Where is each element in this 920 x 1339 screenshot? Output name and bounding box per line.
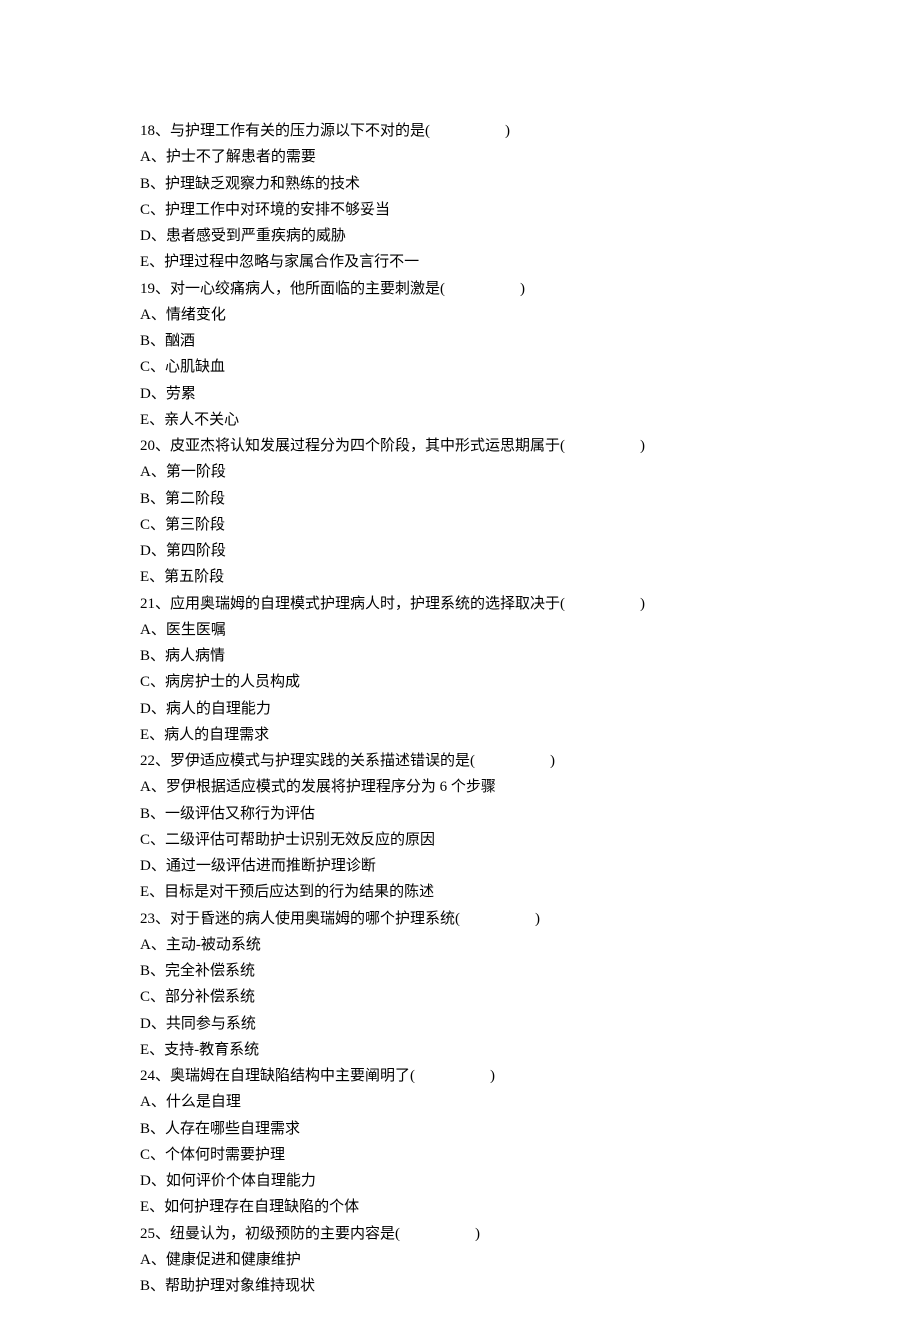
question-text: 、纽曼认为，初级预防的主要内容是( bbox=[155, 1226, 400, 1242]
option[interactable]: C、心肌缺血 bbox=[140, 354, 780, 380]
answer-blank[interactable] bbox=[430, 118, 505, 144]
question-number: 25 bbox=[140, 1226, 155, 1242]
question-22: 22、罗伊适应模式与护理实践的关系描述错误的是( )A、罗伊根据适应模式的发展将… bbox=[140, 748, 780, 906]
question-number: 22 bbox=[140, 753, 155, 769]
option[interactable]: E、支持-教育系统 bbox=[140, 1037, 780, 1063]
question-stem: 20、皮亚杰将认知发展过程分为四个阶段，其中形式运思期属于( ) bbox=[140, 433, 780, 459]
question-number: 24 bbox=[140, 1068, 155, 1084]
question-text: 、奥瑞姆在自理缺陷结构中主要阐明了( bbox=[155, 1068, 415, 1084]
question-stem: 19、对一心绞痛病人，他所面临的主要刺激是( ) bbox=[140, 276, 780, 302]
option[interactable]: A、情绪变化 bbox=[140, 302, 780, 328]
answer-blank[interactable] bbox=[445, 276, 520, 302]
option[interactable]: B、一级评估又称行为评估 bbox=[140, 801, 780, 827]
question-stem: 21、应用奥瑞姆的自理模式护理病人时，护理系统的选择取决于( ) bbox=[140, 591, 780, 617]
option[interactable]: D、患者感受到严重疾病的威胁 bbox=[140, 223, 780, 249]
question-text: 、罗伊适应模式与护理实践的关系描述错误的是( bbox=[155, 753, 475, 769]
option[interactable]: A、主动-被动系统 bbox=[140, 932, 780, 958]
option[interactable]: B、人存在哪些自理需求 bbox=[140, 1116, 780, 1142]
answer-blank[interactable] bbox=[415, 1063, 490, 1089]
option[interactable]: C、部分补偿系统 bbox=[140, 984, 780, 1010]
option[interactable]: A、什么是自理 bbox=[140, 1089, 780, 1115]
paren-close: ) bbox=[490, 1068, 495, 1084]
question-25: 25、纽曼认为，初级预防的主要内容是( )A、健康促进和健康维护B、帮助护理对象… bbox=[140, 1221, 780, 1300]
question-number: 19 bbox=[140, 281, 155, 297]
question-text: 、对一心绞痛病人，他所面临的主要刺激是( bbox=[155, 281, 445, 297]
option[interactable]: A、罗伊根据适应模式的发展将护理程序分为 6 个步骤 bbox=[140, 774, 780, 800]
question-text: 、与护理工作有关的压力源以下不对的是( bbox=[155, 123, 430, 139]
option[interactable]: E、目标是对干预后应达到的行为结果的陈述 bbox=[140, 879, 780, 905]
option[interactable]: E、护理过程中忽略与家属合作及言行不一 bbox=[140, 249, 780, 275]
question-number: 23 bbox=[140, 911, 155, 927]
answer-blank[interactable] bbox=[400, 1221, 475, 1247]
document-content: 18、与护理工作有关的压力源以下不对的是( )A、护士不了解患者的需要B、护理缺… bbox=[140, 118, 780, 1299]
option[interactable]: D、第四阶段 bbox=[140, 538, 780, 564]
paren-close: ) bbox=[475, 1226, 480, 1242]
answer-blank[interactable] bbox=[475, 748, 550, 774]
question-stem: 25、纽曼认为，初级预防的主要内容是( ) bbox=[140, 1221, 780, 1247]
paren-close: ) bbox=[535, 911, 540, 927]
option[interactable]: C、个体何时需要护理 bbox=[140, 1142, 780, 1168]
question-text: 、对于昏迷的病人使用奥瑞姆的哪个护理系统( bbox=[155, 911, 460, 927]
answer-blank[interactable] bbox=[565, 591, 640, 617]
option[interactable]: E、亲人不关心 bbox=[140, 407, 780, 433]
answer-blank[interactable] bbox=[460, 906, 535, 932]
option[interactable]: D、病人的自理能力 bbox=[140, 696, 780, 722]
question-stem: 22、罗伊适应模式与护理实践的关系描述错误的是( ) bbox=[140, 748, 780, 774]
question-number: 21 bbox=[140, 596, 155, 612]
question-text: 、应用奥瑞姆的自理模式护理病人时，护理系统的选择取决于( bbox=[155, 596, 565, 612]
question-21: 21、应用奥瑞姆的自理模式护理病人时，护理系统的选择取决于( )A、医生医嘱B、… bbox=[140, 591, 780, 749]
answer-blank[interactable] bbox=[565, 433, 640, 459]
paren-close: ) bbox=[640, 438, 645, 454]
option[interactable]: B、护理缺乏观察力和熟练的技术 bbox=[140, 171, 780, 197]
paren-close: ) bbox=[520, 281, 525, 297]
option[interactable]: B、酗酒 bbox=[140, 328, 780, 354]
option[interactable]: D、共同参与系统 bbox=[140, 1011, 780, 1037]
option[interactable]: A、第一阶段 bbox=[140, 459, 780, 485]
option[interactable]: B、帮助护理对象维持现状 bbox=[140, 1273, 780, 1299]
option[interactable]: C、病房护士的人员构成 bbox=[140, 669, 780, 695]
option[interactable]: A、健康促进和健康维护 bbox=[140, 1247, 780, 1273]
question-text: 、皮亚杰将认知发展过程分为四个阶段，其中形式运思期属于( bbox=[155, 438, 565, 454]
question-18: 18、与护理工作有关的压力源以下不对的是( )A、护士不了解患者的需要B、护理缺… bbox=[140, 118, 780, 276]
question-stem: 24、奥瑞姆在自理缺陷结构中主要阐明了( ) bbox=[140, 1063, 780, 1089]
paren-close: ) bbox=[550, 753, 555, 769]
option[interactable]: C、护理工作中对环境的安排不够妥当 bbox=[140, 197, 780, 223]
option[interactable]: B、病人病情 bbox=[140, 643, 780, 669]
question-20: 20、皮亚杰将认知发展过程分为四个阶段，其中形式运思期属于( )A、第一阶段B、… bbox=[140, 433, 780, 591]
question-23: 23、对于昏迷的病人使用奥瑞姆的哪个护理系统( )A、主动-被动系统B、完全补偿… bbox=[140, 906, 780, 1064]
option[interactable]: D、劳累 bbox=[140, 381, 780, 407]
question-19: 19、对一心绞痛病人，他所面临的主要刺激是( )A、情绪变化B、酗酒C、心肌缺血… bbox=[140, 276, 780, 434]
option[interactable]: E、病人的自理需求 bbox=[140, 722, 780, 748]
option[interactable]: D、如何评价个体自理能力 bbox=[140, 1168, 780, 1194]
paren-close: ) bbox=[640, 596, 645, 612]
option[interactable]: E、第五阶段 bbox=[140, 564, 780, 590]
paren-close: ) bbox=[505, 123, 510, 139]
option[interactable]: A、护士不了解患者的需要 bbox=[140, 144, 780, 170]
option[interactable]: C、第三阶段 bbox=[140, 512, 780, 538]
option[interactable]: B、第二阶段 bbox=[140, 486, 780, 512]
question-stem: 23、对于昏迷的病人使用奥瑞姆的哪个护理系统( ) bbox=[140, 906, 780, 932]
option[interactable]: A、医生医嘱 bbox=[140, 617, 780, 643]
question-24: 24、奥瑞姆在自理缺陷结构中主要阐明了( )A、什么是自理B、人存在哪些自理需求… bbox=[140, 1063, 780, 1221]
question-number: 18 bbox=[140, 123, 155, 139]
option[interactable]: B、完全补偿系统 bbox=[140, 958, 780, 984]
question-stem: 18、与护理工作有关的压力源以下不对的是( ) bbox=[140, 118, 780, 144]
option[interactable]: C、二级评估可帮助护士识别无效反应的原因 bbox=[140, 827, 780, 853]
option[interactable]: E、如何护理存在自理缺陷的个体 bbox=[140, 1194, 780, 1220]
option[interactable]: D、通过一级评估进而推断护理诊断 bbox=[140, 853, 780, 879]
question-number: 20 bbox=[140, 438, 155, 454]
